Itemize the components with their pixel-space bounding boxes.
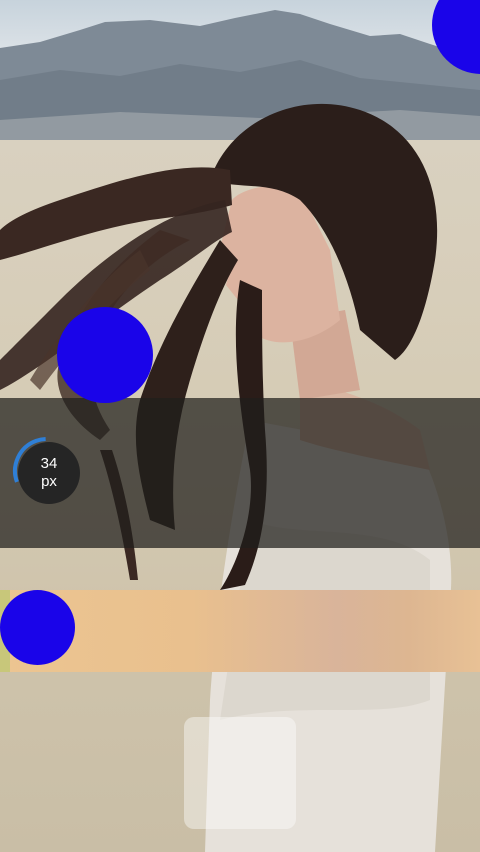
brush-size-text: 34 px xyxy=(18,442,80,504)
blue-dot-bottom-left[interactable] xyxy=(0,590,75,665)
brush-size-indicator[interactable]: 34 px xyxy=(12,436,82,506)
editor-screen: 34 px xyxy=(0,0,480,852)
blue-dot-mid-left[interactable] xyxy=(57,307,153,403)
brush-size-value: 34 xyxy=(40,455,58,472)
brush-size-unit: px xyxy=(41,473,57,490)
translucent-panel[interactable] xyxy=(184,717,296,829)
